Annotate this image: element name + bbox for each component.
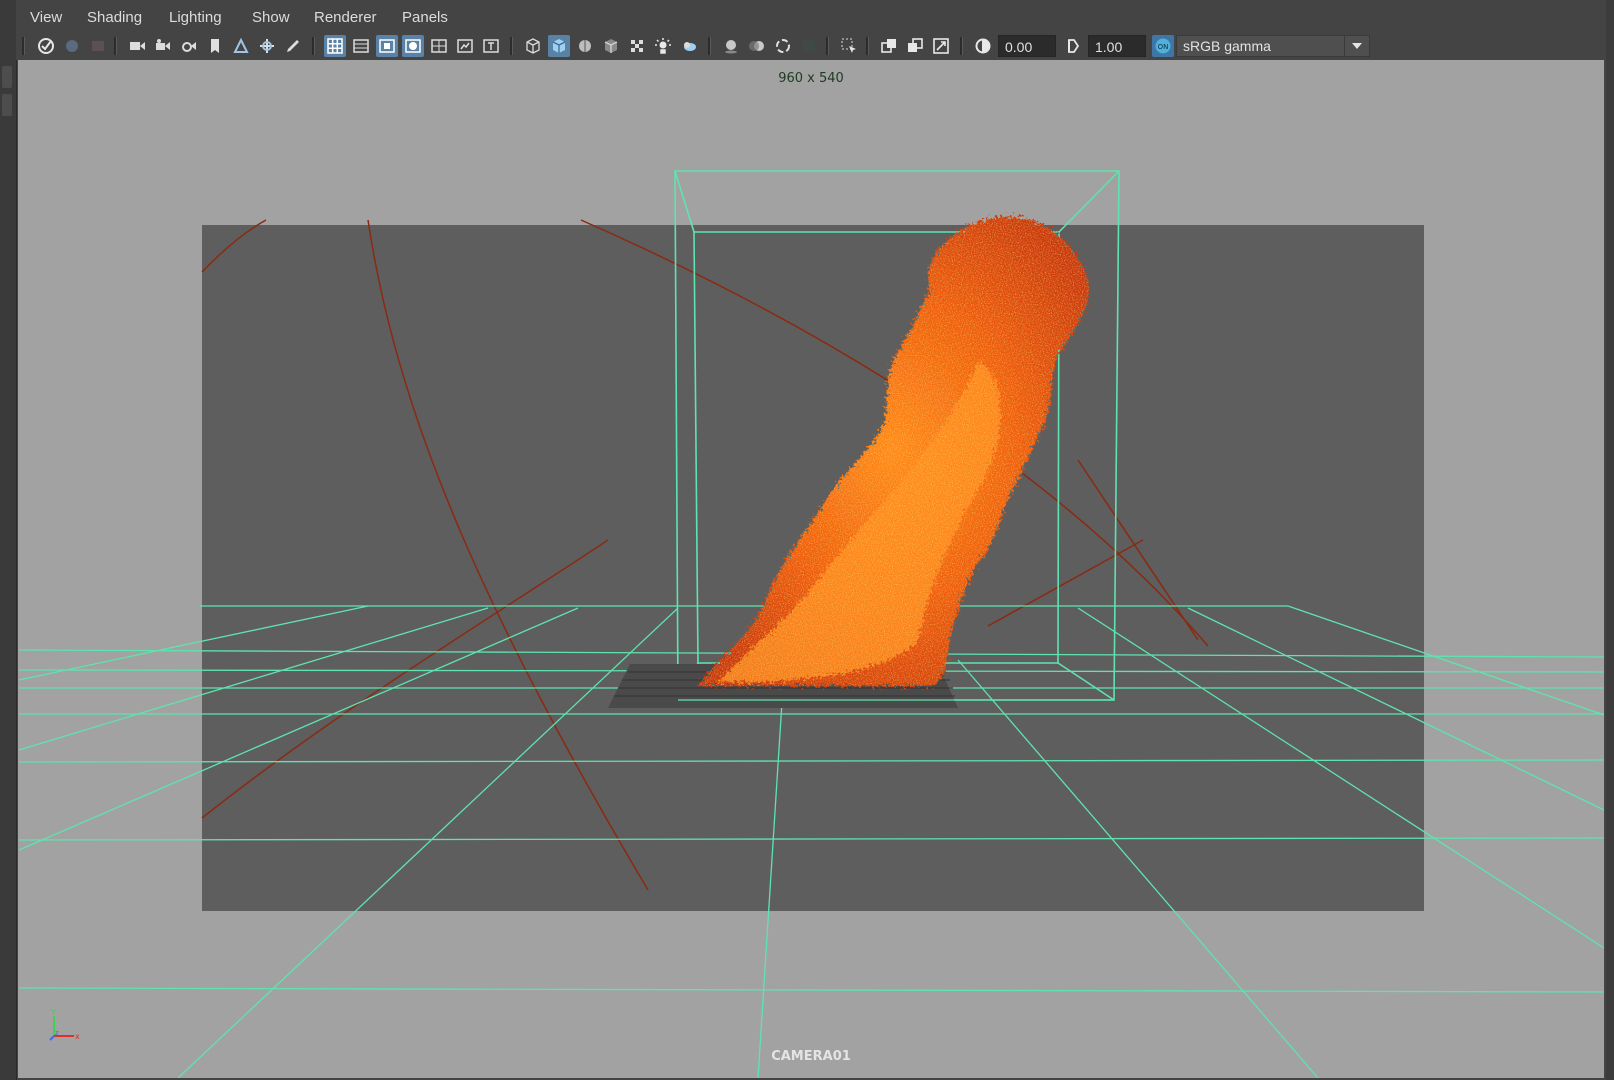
- color-management-toggle-icon[interactable]: ON: [1152, 35, 1174, 57]
- menu-panels[interactable]: Panels: [402, 9, 448, 26]
- 2d-pan-zoom-icon[interactable]: [256, 35, 278, 57]
- anti-aliasing-icon[interactable]: [772, 35, 794, 57]
- right-panel-strip: [1606, 0, 1614, 1080]
- camera-icon[interactable]: [126, 35, 148, 57]
- left-panel-strip: [0, 0, 17, 1080]
- safe-action-icon[interactable]: [454, 35, 476, 57]
- panel-handle[interactable]: [2, 94, 12, 116]
- svg-text:ON: ON: [1158, 43, 1169, 51]
- color-space-dropdown[interactable]: sRGB gamma: [1176, 35, 1370, 57]
- xray-joints-icon[interactable]: [878, 35, 900, 57]
- safe-title-icon[interactable]: [480, 35, 502, 57]
- svg-text:Y: Y: [50, 1008, 56, 1017]
- chevron-down-icon[interactable]: [1344, 36, 1369, 56]
- panel-toolbar: 0.00 1.00 ON sRGB gamma: [16, 32, 1606, 60]
- use-all-lights-icon[interactable]: [652, 35, 674, 57]
- menu-view[interactable]: View: [30, 9, 62, 26]
- gamma-field[interactable]: 1.00: [1088, 35, 1146, 57]
- textured-icon[interactable]: [626, 35, 648, 57]
- panel-handle[interactable]: [2, 66, 12, 88]
- exposure-field[interactable]: 0.00: [998, 35, 1056, 57]
- field-chart-icon[interactable]: [428, 35, 450, 57]
- wireframe-icon[interactable]: [522, 35, 544, 57]
- bookmark-icon[interactable]: [204, 35, 226, 57]
- lock-camera-icon[interactable]: [61, 35, 83, 57]
- gamma-icon[interactable]: [1062, 35, 1084, 57]
- select-camera-icon[interactable]: [35, 35, 57, 57]
- camera-attributes-icon[interactable]: [152, 35, 174, 57]
- camera-attributes-icon[interactable]: [178, 35, 200, 57]
- menu-renderer[interactable]: Renderer: [314, 9, 377, 26]
- film-gate-icon[interactable]: [350, 35, 372, 57]
- panel-menu-bar: View Shading Lighting Show Renderer Pane…: [16, 0, 1606, 34]
- wireframe-on-shaded-icon[interactable]: [574, 35, 596, 57]
- backface-culling-icon[interactable]: [930, 35, 952, 57]
- resolution-gate-icon[interactable]: [376, 35, 398, 57]
- svg-text:x: x: [75, 1032, 80, 1041]
- camera-attributes-icon[interactable]: [87, 35, 109, 57]
- fire-simulation: [698, 216, 1090, 686]
- color-space-value: sRGB gamma: [1183, 38, 1271, 54]
- screen-space-ao-icon[interactable]: [720, 35, 742, 57]
- svg-text:z: z: [55, 1029, 59, 1037]
- image-plane-icon[interactable]: [230, 35, 252, 57]
- smooth-shade-icon[interactable]: [548, 35, 570, 57]
- grease-pencil-icon[interactable]: [282, 35, 304, 57]
- menu-lighting[interactable]: Lighting: [169, 9, 222, 26]
- motion-blur-icon[interactable]: [746, 35, 768, 57]
- camera-name-label: CAMERA01: [771, 1049, 851, 1064]
- menu-shading[interactable]: Shading: [87, 9, 142, 26]
- scene-overlay: [18, 170, 1604, 1078]
- depth-of-field-icon[interactable]: [798, 35, 820, 57]
- shadows-icon[interactable]: [678, 35, 700, 57]
- view-axis-icon: Y x z: [49, 1008, 80, 1041]
- grid-icon[interactable]: [324, 35, 346, 57]
- viewport-panel[interactable]: 960 x 540 CAMERA01 Y x z: [18, 60, 1604, 1078]
- xray-active-icon[interactable]: [904, 35, 926, 57]
- xray-icon[interactable]: [600, 35, 622, 57]
- exposure-icon[interactable]: [972, 35, 994, 57]
- gate-mask-icon[interactable]: [402, 35, 424, 57]
- menu-show[interactable]: Show: [252, 9, 290, 26]
- resolution-label: 960 x 540: [778, 71, 844, 86]
- isolate-select-icon[interactable]: [838, 35, 860, 57]
